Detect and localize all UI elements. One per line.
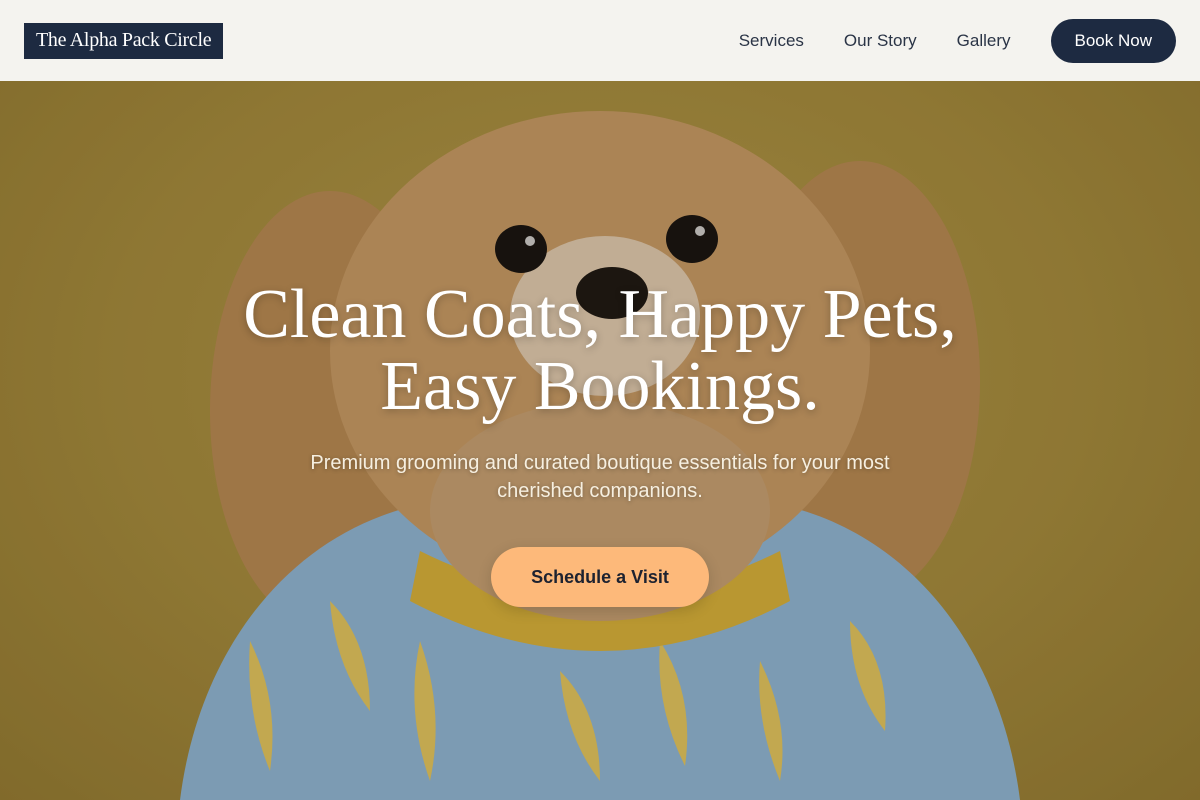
site-header: The Alpha Pack Circle Services Our Story…	[0, 0, 1200, 81]
hero-section: Clean Coats, Happy Pets, Easy Bookings. …	[0, 81, 1200, 800]
brand-logo[interactable]: The Alpha Pack Circle	[24, 22, 224, 59]
hero-subtitle: Premium grooming and curated boutique es…	[310, 452, 890, 502]
nav-link-our-story[interactable]: Our Story	[844, 31, 917, 51]
main-nav: Services Our Story Gallery Book Now	[739, 18, 1176, 63]
nav-link-gallery[interactable]: Gallery	[957, 31, 1011, 51]
hero-headline: Clean Coats, Happy Pets, Easy Bookings.	[0, 279, 1200, 423]
hero-headline-line1: Clean Coats, Happy Pets,	[243, 276, 957, 353]
hero-content: Clean Coats, Happy Pets, Easy Bookings. …	[0, 279, 1200, 607]
schedule-visit-button[interactable]: Schedule a Visit	[491, 547, 709, 607]
hero-headline-line2: Easy Bookings.	[380, 348, 820, 425]
nav-link-services[interactable]: Services	[739, 31, 804, 51]
book-now-button[interactable]: Book Now	[1050, 18, 1176, 63]
